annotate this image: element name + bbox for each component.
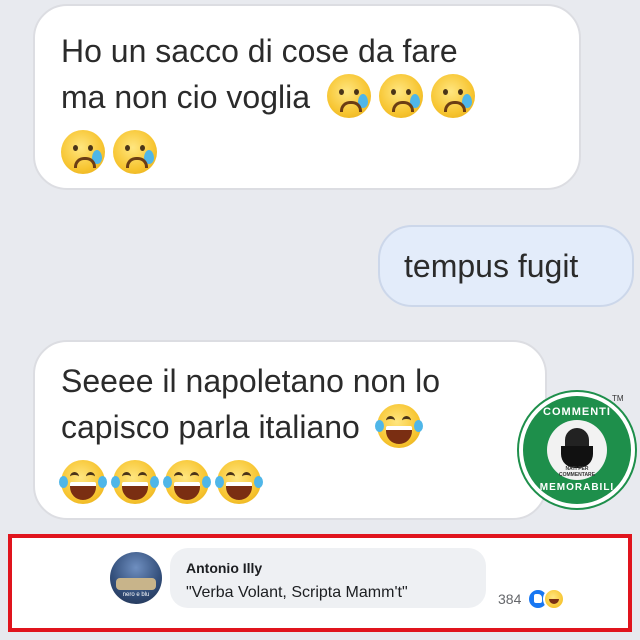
chat-area: Ho un sacco di cose da fare ma non cio v… xyxy=(0,0,640,530)
avatar[interactable]: nero e blu xyxy=(110,552,162,604)
message-text: capisco parla italiano xyxy=(61,409,360,445)
laughing-tears-icon xyxy=(215,460,263,504)
commenti-memorabili-logo: COMMENTI NATI PER COMMENTARE MEMORABILI xyxy=(519,392,635,508)
crying-face-icon xyxy=(61,130,105,174)
crying-face-icon xyxy=(430,74,475,118)
comment-text: "Verba Volant, Scripta Mamm't" xyxy=(186,584,408,601)
message-bubble-incoming: Seeee il napoletano non lo capisco parla… xyxy=(33,340,547,520)
laughing-tears-icon xyxy=(163,460,211,504)
message-text: ma non cio voglia xyxy=(61,79,311,115)
message-text-line: capisco parla italiano xyxy=(61,404,521,450)
reaction-summary[interactable]: 384 xyxy=(498,588,566,610)
message-text-line: Seeee il napoletano non lo xyxy=(61,363,440,399)
haha-icon xyxy=(543,588,566,610)
logo-top-text: COMMENTI xyxy=(543,406,611,418)
bearded-face-icon: NATI PER COMMENTARE xyxy=(547,420,607,480)
laughing-tears-icon xyxy=(111,460,159,504)
logo-bottom-text: MEMORABILI xyxy=(539,482,615,493)
laughing-tears-icon xyxy=(374,404,423,448)
emoji-row xyxy=(59,460,521,506)
message-text-line: Ho un sacco di cose da fare xyxy=(61,33,458,69)
highlighted-comment: nero e blu Antonio Illy "Verba Volant, S… xyxy=(8,534,632,632)
message-bubble-outgoing: tempus fugit xyxy=(378,225,634,307)
avatar-caption: nero e blu xyxy=(122,592,150,598)
reaction-count: 384 xyxy=(498,591,522,607)
message-text-line: ma non cio voglia xyxy=(61,74,555,120)
logo-small-text: NATI PER COMMENTARE xyxy=(558,466,595,478)
trademark-mark: TM xyxy=(612,394,624,403)
message-bubble-incoming: Ho un sacco di cose da fare ma non cio v… xyxy=(33,4,581,190)
comment-bubble[interactable]: Antonio Illy "Verba Volant, Scripta Mamm… xyxy=(170,548,486,608)
emoji-row xyxy=(61,130,555,176)
comment-author[interactable]: Antonio Illy xyxy=(186,560,486,576)
crying-face-icon xyxy=(378,74,423,118)
crying-face-icon xyxy=(113,130,157,174)
laughing-tears-icon xyxy=(59,460,107,504)
crying-face-icon xyxy=(326,74,371,118)
message-text: tempus fugit xyxy=(404,248,579,284)
